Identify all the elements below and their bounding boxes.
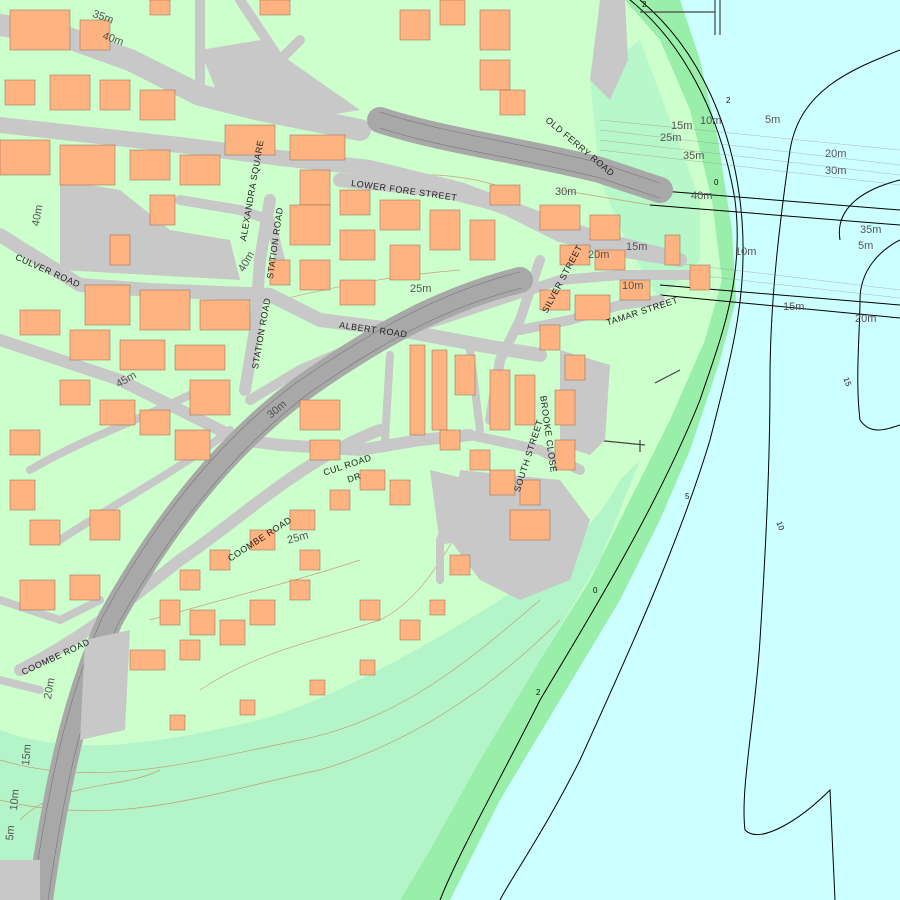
sea-contour-label: 25m — [660, 132, 682, 144]
sea-contour-label: 5m — [765, 114, 781, 126]
contour-label: 20m — [588, 249, 610, 261]
contour-label: 25m — [410, 283, 432, 295]
sea-contour-label: 40m — [691, 190, 713, 202]
sea-contour-label: 35m — [860, 224, 882, 236]
sea-contour-label: 10m — [735, 246, 757, 258]
contour-label: 5m — [4, 824, 18, 842]
sea-contour-label: 30m — [825, 165, 847, 177]
depth-mark: 2 — [642, 0, 647, 9]
contour-label: 30m — [555, 186, 577, 198]
sea-contour-label: 20m — [855, 313, 877, 325]
sea-contour-label: 15m — [671, 120, 693, 132]
contour-label: 15m — [626, 241, 648, 253]
map-view[interactable]: LOWER FORE STREET OLD FERRY ROAD ALEXAND… — [0, 0, 900, 900]
sea-contour-label: 15m — [783, 301, 805, 313]
depth-mark: 2 — [726, 96, 731, 105]
depth-mark: 5 — [685, 492, 690, 501]
depth-mark: 2 — [536, 688, 541, 697]
contour-label: 15m — [20, 743, 34, 767]
sea-contour-label: 5m — [858, 240, 874, 252]
sea-contour-label: 20m — [825, 148, 847, 160]
sea-contour-label: 35m — [683, 150, 705, 162]
contour-label: 10m — [8, 788, 22, 812]
contour-label: 10m — [622, 280, 644, 292]
sea-contour-label: 10m — [700, 115, 722, 127]
depth-mark: 0 — [593, 586, 598, 595]
depth-mark: 0 — [714, 178, 719, 187]
map-canvas — [0, 0, 900, 900]
